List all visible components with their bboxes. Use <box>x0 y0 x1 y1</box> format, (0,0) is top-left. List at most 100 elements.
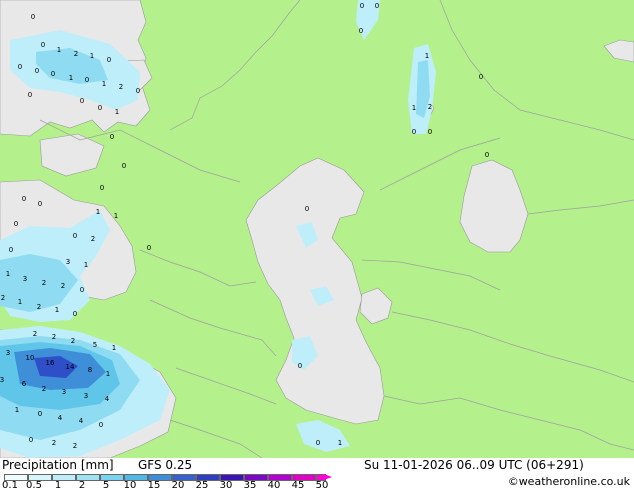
credit-link[interactable]: ©weatheronline.co.uk <box>508 475 630 488</box>
precip-value-57: 3 <box>84 392 88 400</box>
precip-value-47: 3 <box>6 349 10 357</box>
precip-value-64: 0 <box>29 436 33 444</box>
precip-value-55: 2 <box>42 385 46 393</box>
precip-value-41: 0 <box>73 310 77 318</box>
precip-value-7: 0 <box>35 67 39 75</box>
legend-tick-2: 1 <box>54 480 62 491</box>
precip-value-2: 1 <box>57 46 61 54</box>
precip-value-65: 2 <box>52 439 56 447</box>
legend-tick-7: 20 <box>171 480 185 491</box>
precip-value-52: 1 <box>106 370 110 378</box>
precip-value-30: 3 <box>66 258 70 266</box>
precip-value-9: 1 <box>69 74 73 82</box>
legend-ticks: 0.1 0.5 1 2 5 10 15 20 25 30 35 40 45 50 <box>0 480 340 491</box>
precip-value-21: 0 <box>22 195 26 203</box>
precip-value-71: 0 <box>479 73 483 81</box>
precip-value-78: 0 <box>298 362 302 370</box>
precip-value-79: 0 <box>316 439 320 447</box>
model-name: GFS 0.25 <box>138 458 193 472</box>
precip-value-23: 1 <box>96 208 100 216</box>
precip-value-72: 1 <box>412 104 416 112</box>
precip-value-48: 10 <box>26 354 35 362</box>
precip-value-49: 16 <box>46 359 55 367</box>
precip-value-37: 2 <box>1 294 5 302</box>
precip-value-80: 1 <box>338 439 342 447</box>
precip-value-6: 0 <box>18 63 22 71</box>
precip-value-22: 0 <box>38 200 42 208</box>
precip-value-3: 2 <box>74 50 78 58</box>
legend-tick-12: 45 <box>291 480 305 491</box>
precip-value-33: 3 <box>23 275 27 283</box>
valid-datetime: Su 11-01-2026 06..09 UTC (06+291) <box>364 458 584 472</box>
precip-value-31: 1 <box>84 261 88 269</box>
precip-value-70: 1 <box>425 52 429 60</box>
precip-value-38: 1 <box>18 298 22 306</box>
precip-value-40: 1 <box>55 306 59 314</box>
legend-tick-10: 35 <box>243 480 257 491</box>
precipitation-map: 001 2 1 00 0 0 1 0 1 2 0000 1000001 100 2003 113 2 2 02 12… <box>0 0 634 458</box>
precip-value-42: 2 <box>33 330 37 338</box>
legend-tick-11: 40 <box>267 480 281 491</box>
precip-value-43: 2 <box>52 333 56 341</box>
precip-value-61: 4 <box>58 414 63 422</box>
precip-value-56: 3 <box>62 388 66 396</box>
precip-value-75: 0 <box>428 128 432 136</box>
legend-tick-3: 2 <box>78 480 86 491</box>
legend-tick-4: 5 <box>102 480 110 491</box>
precip-value-13: 0 <box>136 87 140 95</box>
precip-value-51: 8 <box>88 366 92 374</box>
precip-value-73: 2 <box>428 103 432 111</box>
precip-value-77: 0 <box>305 205 309 213</box>
precip-value-32: 1 <box>6 270 10 278</box>
precip-value-24: 1 <box>114 212 118 220</box>
precip-value-10: 0 <box>85 76 89 84</box>
legend-tick-13: 50 <box>315 480 329 491</box>
precip-value-45: 5 <box>93 341 97 349</box>
precip-value-25: 0 <box>14 220 18 228</box>
precip-value-17: 1 <box>115 108 119 116</box>
precip-value-19: 0 <box>122 162 126 170</box>
precip-value-34: 2 <box>42 279 46 287</box>
precip-value-14: 0 <box>28 91 32 99</box>
precip-value-63: 0 <box>99 421 103 429</box>
footer: Precipitation [mm] GFS 0.25 Su 11-01-202… <box>0 458 634 491</box>
legend-tick-5: 10 <box>123 480 137 491</box>
precip-value-67: 0 <box>360 2 364 10</box>
precip-value-74: 0 <box>412 128 416 136</box>
map-title: Precipitation [mm] <box>2 458 114 472</box>
precip-value-54: 6 <box>22 380 27 388</box>
precip-value-26: 0 <box>73 232 77 240</box>
precip-value-5: 0 <box>107 56 111 64</box>
precip-value-53: 3 <box>0 376 4 384</box>
precip-value-27: 2 <box>91 235 95 243</box>
precip-value-69: 0 <box>359 27 363 35</box>
precip-value-8: 0 <box>51 70 55 78</box>
precip-value-44: 2 <box>71 337 75 345</box>
legend-tick-0: 0.1 <box>2 480 18 491</box>
precip-value-36: 0 <box>80 286 84 294</box>
precip-value-11: 1 <box>102 80 106 88</box>
precip-value-66: 2 <box>73 442 77 450</box>
precip-value-35: 2 <box>61 282 65 290</box>
precip-value-50: 14 <box>66 363 75 371</box>
precip-value-28: 0 <box>147 244 151 252</box>
precip-value-60: 0 <box>38 410 42 418</box>
precip-value-59: 1 <box>15 406 19 414</box>
precip-value-1: 0 <box>41 41 45 49</box>
legend-tick-9: 30 <box>219 480 233 491</box>
precip-value-12: 2 <box>119 83 123 91</box>
precip-value-18: 0 <box>110 133 114 141</box>
legend-tick-6: 15 <box>147 480 161 491</box>
precip-value-4: 1 <box>90 52 94 60</box>
precip-value-20: 0 <box>100 184 104 192</box>
precip-value-0: 0 <box>31 13 35 21</box>
precip-value-15: 0 <box>80 97 84 105</box>
precip-value-62: 4 <box>79 417 84 425</box>
precip-value-76: 0 <box>485 151 489 159</box>
legend-tick-1: 0.5 <box>26 480 42 491</box>
precip-value-58: 4 <box>105 395 110 403</box>
legend-tick-8: 25 <box>195 480 209 491</box>
precip-value-68: 0 <box>375 2 379 10</box>
precip-value-29: 0 <box>9 246 13 254</box>
precip-value-46: 1 <box>112 344 116 352</box>
